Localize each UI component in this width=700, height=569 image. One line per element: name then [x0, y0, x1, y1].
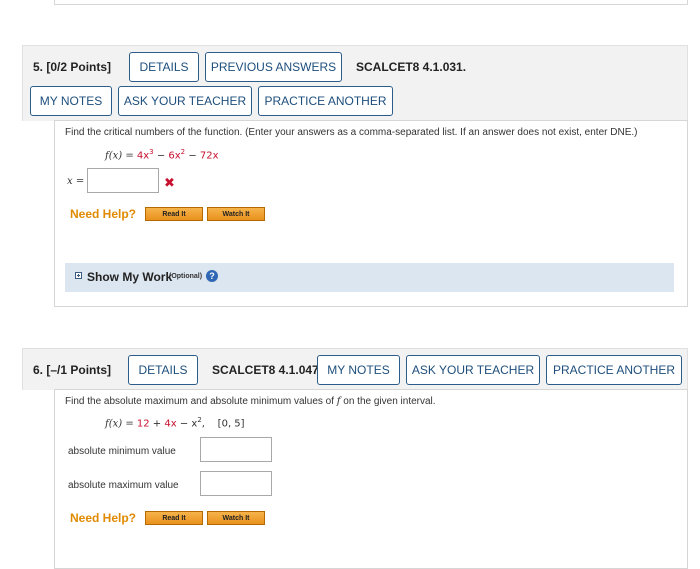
incorrect-x-icon: ✖: [164, 175, 175, 190]
q5-source-label: SCALCET8 4.1.031.: [356, 60, 467, 74]
q6-min-label: absolute minimum value: [68, 446, 176, 457]
q5-previous-answers-button[interactable]: PREVIOUS ANSWERS: [205, 52, 342, 82]
q6-watch-it-button[interactable]: Watch It: [207, 511, 265, 525]
q6-my-notes-button[interactable]: MY NOTES: [317, 355, 400, 385]
q6-practice-another-button[interactable]: PRACTICE ANOTHER: [546, 355, 682, 385]
q5-answer-label: x =: [67, 176, 85, 187]
q5-prompt: Find the critical numbers of the functio…: [65, 127, 638, 138]
question-5-number: 5. [0/2 Points]: [33, 60, 112, 74]
q5-show-my-work-bar[interactable]: Show My Work (Optional) ?: [65, 263, 674, 292]
help-question-icon[interactable]: ?: [206, 270, 218, 282]
show-my-work-label: Show My Work: [87, 270, 173, 284]
previous-question-box: [54, 0, 688, 5]
q5-ask-teacher-button[interactable]: ASK YOUR TEACHER: [118, 86, 252, 116]
q6-min-input[interactable]: [200, 437, 272, 462]
q5-function: f(x) = 4x3 − 6x2 − 72x: [105, 148, 219, 162]
expand-plus-icon[interactable]: [75, 272, 82, 279]
q6-max-input[interactable]: [200, 471, 272, 496]
show-my-work-optional: (Optional): [169, 273, 203, 280]
q6-ask-teacher-button[interactable]: ASK YOUR TEACHER: [406, 355, 540, 385]
q6-details-button[interactable]: DETAILS: [128, 355, 198, 385]
q5-my-notes-button[interactable]: MY NOTES: [30, 86, 112, 116]
question-6-number: 6. [–/1 Points]: [33, 363, 112, 377]
q6-need-help-label: Need Help?: [70, 511, 137, 525]
q6-prompt: Find the absolute maximum and absolute m…: [65, 396, 436, 407]
q5-need-help-label: Need Help?: [70, 207, 137, 221]
q5-watch-it-button[interactable]: Watch It: [207, 207, 265, 221]
q5-details-button[interactable]: DETAILS: [129, 52, 199, 82]
q5-practice-another-button[interactable]: PRACTICE ANOTHER: [258, 86, 393, 116]
q6-function: f(x) = 12 + 4x − x2, [0, 5]: [105, 416, 245, 430]
q5-answer-input[interactable]: [87, 168, 159, 193]
q6-read-it-button[interactable]: Read It: [145, 511, 203, 525]
q6-source-label: SCALCET8 4.1.047.: [212, 363, 323, 377]
q6-max-label: absolute maximum value: [68, 480, 179, 491]
q5-read-it-button[interactable]: Read It: [145, 207, 203, 221]
